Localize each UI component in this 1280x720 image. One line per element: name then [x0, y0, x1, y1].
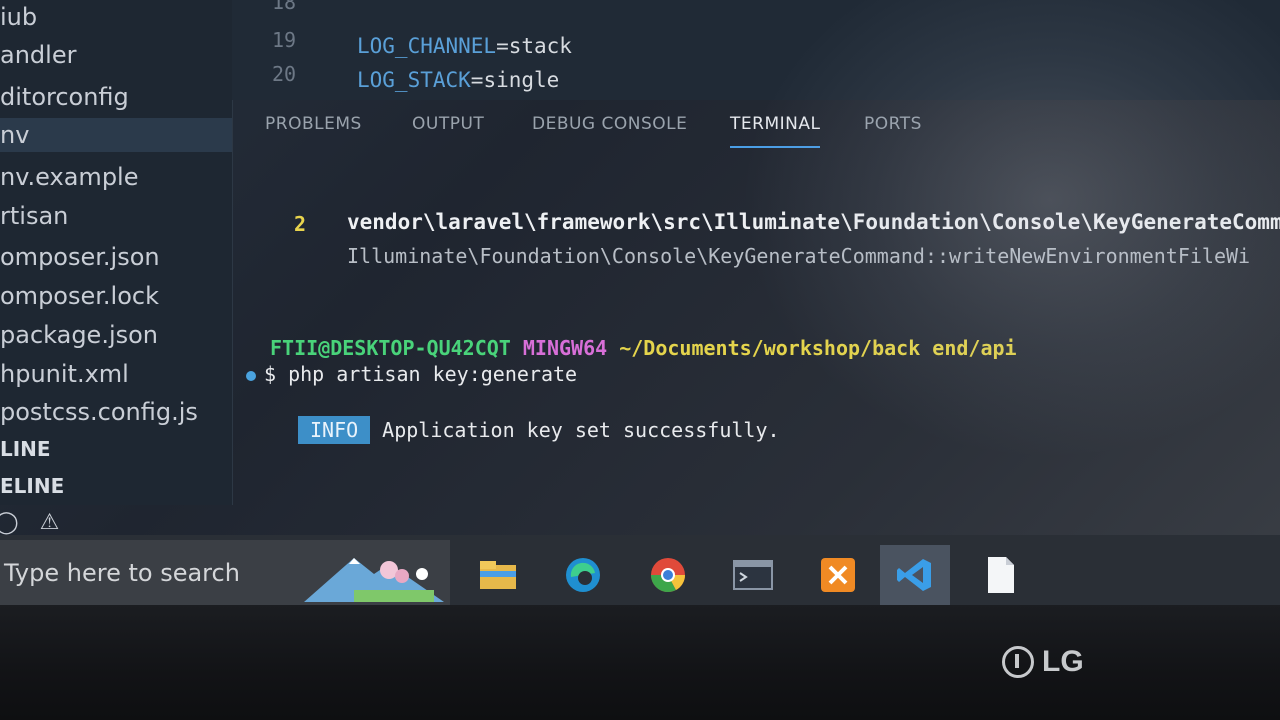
chrome-icon[interactable] — [633, 545, 703, 605]
env-value: =single — [470, 68, 560, 92]
explorer-item-label: omposer.lock — [0, 282, 159, 310]
tab-output[interactable]: OUTPUT — [412, 114, 484, 134]
line-number: 19 — [272, 28, 297, 52]
panel-tabs: PROBLEMS OUTPUT DEBUG CONSOLE TERMINAL P… — [232, 100, 1280, 160]
outline-section[interactable]: LINE — [0, 432, 232, 466]
code-line: LOG_STACK=single — [357, 68, 559, 92]
prompt-user: FTII@DESKTOP-QU42CQT — [270, 336, 511, 360]
trace-path: vendor\laravel\framework\src\Illuminate\… — [347, 210, 1280, 234]
line-number: 18 — [272, 0, 297, 14]
shell-prompt: FTII@DESKTOP-QU42CQT MINGW64 ~/Documents… — [270, 336, 1017, 360]
command-text: $ php artisan key:generate — [264, 362, 578, 386]
explorer-item[interactable]: postcss.config.js — [0, 395, 232, 429]
edge-icon[interactable] — [548, 545, 618, 605]
trace-number: 2 — [294, 212, 307, 236]
info-message-row: INFO Application key set successfully. — [298, 416, 780, 444]
xampp-icon[interactable] — [803, 545, 873, 605]
sync-icon[interactable]: ◯ — [0, 510, 19, 535]
code-line: LOG_CHANNEL=stack — [357, 34, 572, 58]
screen: iub andler ditorconfig nv nv.example rti… — [0, 0, 1280, 605]
explorer-item[interactable]: package.json — [0, 318, 232, 352]
explorer-item[interactable]: hpunit.xml — [0, 357, 232, 391]
explorer-item-label: postcss.config.js — [0, 398, 198, 426]
editor-area[interactable]: 18 19 20 LOG_CHANNEL=stack LOG_STACK=sin… — [232, 0, 1280, 100]
notepad-icon[interactable] — [965, 545, 1035, 605]
taskbar-search-box[interactable]: Type here to search — [0, 540, 450, 605]
search-highlight-icon — [304, 558, 444, 602]
sidebar-status-icons: ◯ ⚠ — [0, 510, 59, 535]
vscode-icon[interactable] — [880, 545, 950, 605]
monitor-brand-logo: LG — [1002, 645, 1084, 679]
info-badge: INFO — [298, 416, 371, 444]
prompt-directory: ~/Documents/workshop/back end/api — [619, 336, 1017, 360]
search-placeholder: Type here to search — [4, 559, 240, 587]
monitor-bezel — [0, 605, 1280, 720]
explorer-item[interactable]: omposer.lock — [0, 279, 232, 313]
command-status-dot-icon — [246, 370, 256, 381]
explorer-item-env[interactable]: nv — [0, 118, 232, 152]
explorer-item[interactable]: ditorconfig — [0, 80, 232, 114]
env-key: LOG_STACK — [357, 68, 471, 92]
explorer-item[interactable]: andler — [0, 38, 232, 72]
explorer-item-label: ditorconfig — [0, 83, 129, 111]
tab-problems[interactable]: PROBLEMS — [265, 114, 362, 134]
terminal-icon[interactable] — [718, 545, 788, 605]
explorer-item-label: hpunit.xml — [0, 360, 129, 388]
monitor-brand-text: LG — [1042, 645, 1084, 678]
env-key: LOG_CHANNEL — [357, 34, 497, 58]
explorer-item-label: nv — [0, 121, 30, 149]
explorer-item[interactable]: omposer.json — [0, 240, 232, 274]
timeline-section-label: ELINE — [0, 474, 65, 498]
explorer-item-label: package.json — [0, 321, 159, 349]
remote-icon[interactable]: ⚠ — [40, 510, 60, 535]
file-explorer-icon[interactable] — [463, 545, 533, 605]
outline-section-label: LINE — [0, 437, 51, 461]
explorer-item-label: rtisan — [0, 202, 69, 230]
explorer-sidebar: iub andler ditorconfig nv nv.example rti… — [0, 0, 233, 505]
explorer-item-label: andler — [0, 41, 77, 69]
command-line: $ php artisan key:generate — [246, 362, 577, 386]
explorer-item[interactable]: nv.example — [0, 160, 232, 194]
trace-method: Illuminate\Foundation\Console\KeyGenerat… — [347, 244, 1251, 268]
explorer-item[interactable]: iub — [0, 0, 232, 34]
explorer-item-label: nv.example — [0, 163, 139, 191]
prompt-env: MINGW64 — [522, 336, 608, 360]
timeline-section[interactable]: ELINE — [0, 469, 232, 503]
taskbar: Type here to search — [0, 535, 1280, 605]
tab-ports[interactable]: PORTS — [864, 114, 922, 134]
info-message: Application key set successfully. — [382, 418, 780, 442]
line-number: 20 — [272, 62, 297, 86]
tab-debug-console[interactable]: DEBUG CONSOLE — [532, 114, 687, 134]
terminal-output[interactable]: 2 vendor\laravel\framework\src\Illuminat… — [232, 160, 1280, 505]
explorer-item-label: iub — [0, 3, 38, 31]
lg-logo-icon — [1002, 646, 1034, 678]
tab-terminal[interactable]: TERMINAL — [730, 114, 821, 148]
explorer-item-label: omposer.json — [0, 243, 160, 271]
explorer-item[interactable]: rtisan — [0, 199, 232, 233]
env-value: =stack — [496, 34, 572, 58]
